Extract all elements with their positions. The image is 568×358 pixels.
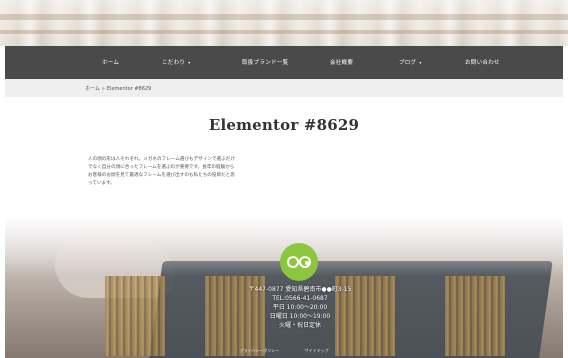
- store-hours-sunday: 日曜日 10:00〜19:00: [269, 313, 331, 320]
- store-closed-days: 火曜・祝日定休: [278, 322, 321, 329]
- nav-item-contact[interactable]: お問い合わせ: [465, 58, 500, 66]
- store-info: 〒447-0877 愛知県碧南市●●町3-15 TEL:0566-41-0687…: [215, 285, 385, 330]
- header-photo-strip: [0, 0, 568, 46]
- shelf-decoration: [0, 14, 568, 20]
- footer-links: プライバシーポリシー サイトマップ: [0, 348, 568, 354]
- breadcrumb-home-link[interactable]: ホーム: [85, 86, 100, 92]
- nav-item-home[interactable]: ホーム: [102, 58, 119, 66]
- nav-item-company[interactable]: 会社概要: [330, 58, 353, 66]
- nav-item-blog[interactable]: ブログ ▾: [399, 58, 422, 66]
- store-hours-weekday: 平日 10:00〜20:00: [272, 304, 328, 311]
- intro-text: 人の顔の形は人それぞれ。メガネのフレーム選びもデザインで選ぶだけでなく自分の顔に…: [88, 157, 235, 186]
- page-title: Elementor #8629: [208, 116, 360, 134]
- shelf-decoration: [0, 30, 568, 34]
- breadcrumb-current: Elementor #8629: [106, 86, 152, 92]
- privacy-policy-link[interactable]: プライバシーポリシー: [239, 348, 279, 353]
- main-nav: ホーム こだわり ▾ 取扱ブランド一覧 会社概要 ブログ ▾ お問い合わせ: [5, 46, 563, 79]
- glasses-icon[interactable]: [280, 243, 318, 281]
- sitemap-link[interactable]: サイトマップ: [305, 348, 329, 353]
- store-phone[interactable]: TEL:0566-41-0687: [215, 294, 385, 303]
- nav-item-kodawari[interactable]: こだわり ▾: [162, 58, 191, 66]
- nav-item-brands[interactable]: 取扱ブランド一覧: [242, 58, 288, 66]
- breadcrumb-separator: »: [101, 86, 105, 92]
- breadcrumb-bar: ホーム» Elementor #8629: [5, 79, 563, 97]
- chevron-down-icon: ▾: [419, 60, 422, 65]
- chevron-down-icon: ▾: [188, 60, 191, 65]
- breadcrumb: ホーム» Elementor #8629: [85, 85, 151, 92]
- store-address: 〒447-0877 愛知県碧南市●●町3-15: [248, 286, 352, 293]
